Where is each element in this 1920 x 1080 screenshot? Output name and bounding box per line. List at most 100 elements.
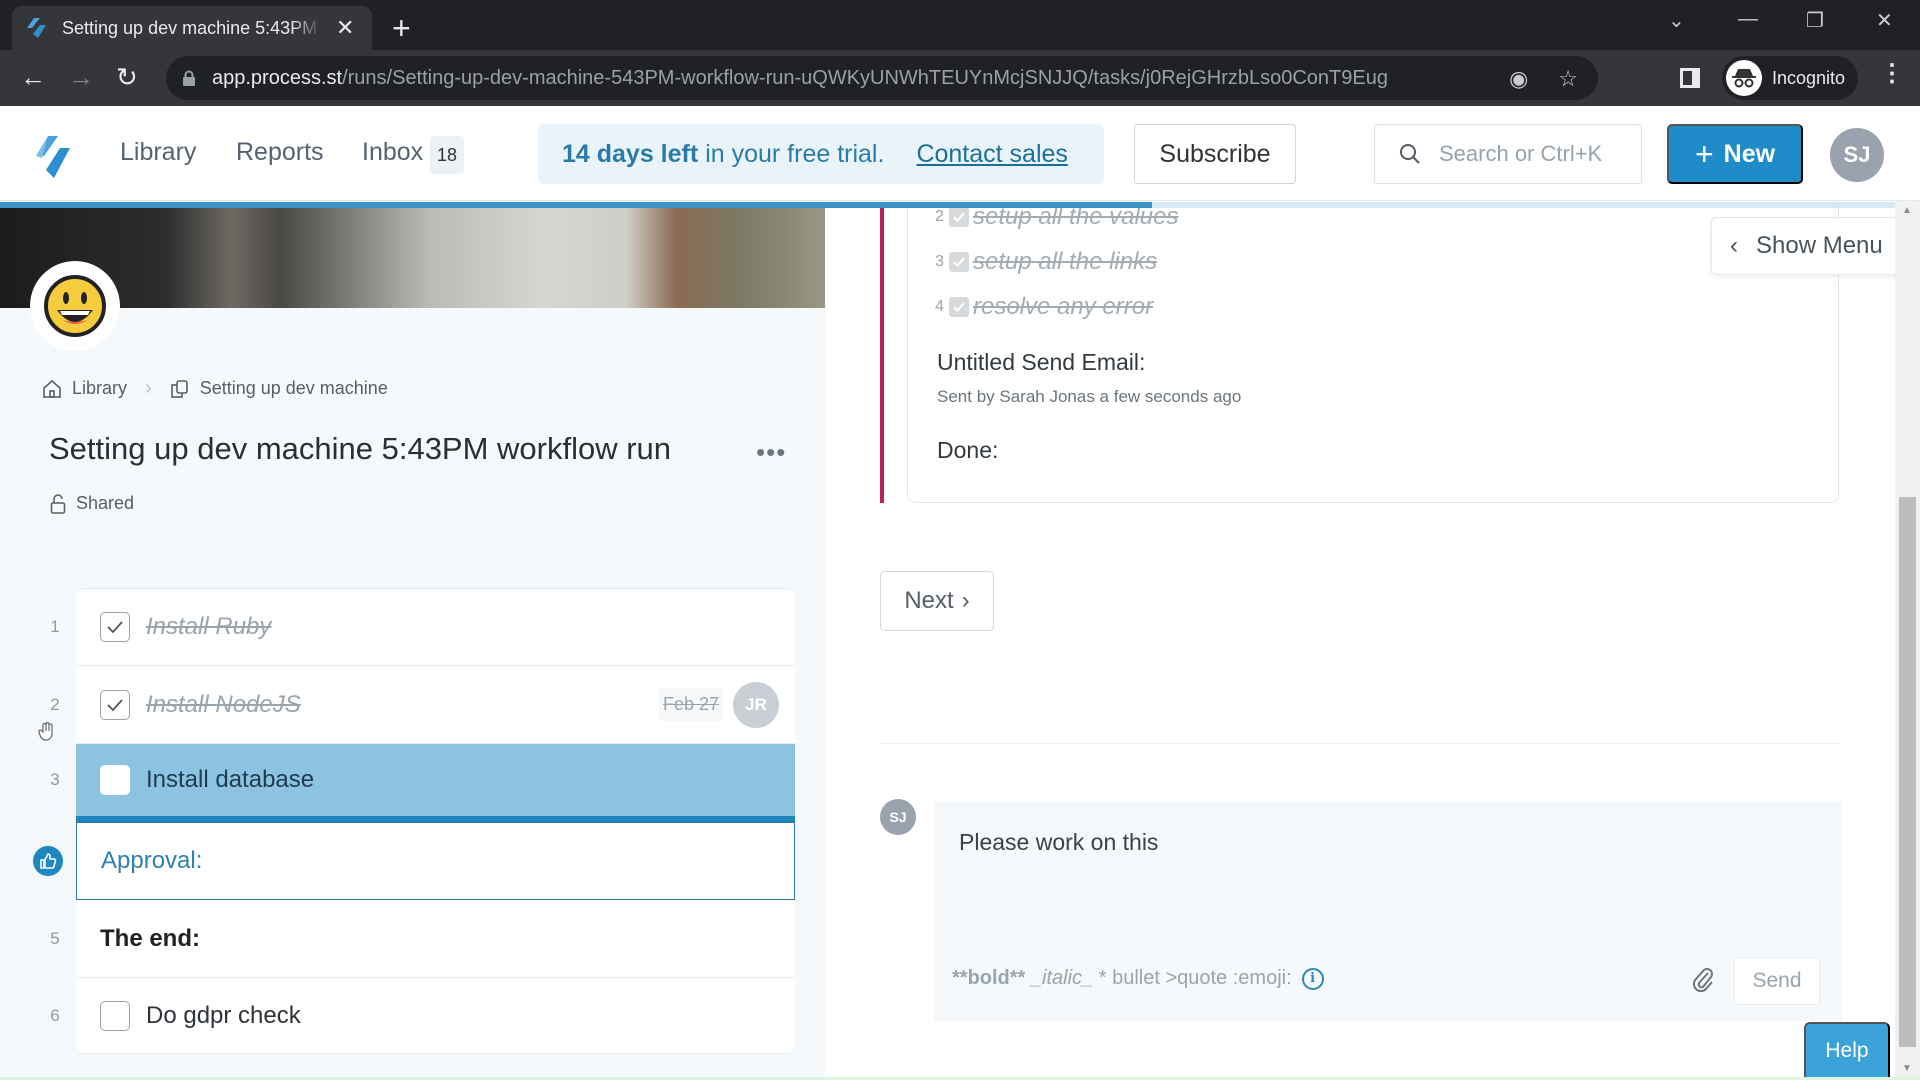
more-options-icon[interactable]: ••• — [756, 437, 786, 468]
show-menu-label: Show Menu — [1756, 232, 1883, 259]
page-scrollbar[interactable]: ▲ ▼ — [1895, 201, 1920, 1080]
process-street-favicon-icon — [27, 18, 46, 38]
breadcrumb-template[interactable]: Setting up dev machine — [200, 378, 388, 399]
subtask-checkbox-checked[interactable] — [949, 297, 969, 317]
incognito-profile-button[interactable]: Incognito — [1722, 56, 1858, 100]
tab-search-chevron-icon[interactable]: ⌄ — [1668, 8, 1685, 33]
nav-inbox[interactable]: Inbox — [362, 138, 423, 167]
subtask-text: resolve any error — [973, 293, 1154, 320]
run-emoji[interactable] — [30, 261, 120, 351]
send-email-title: Untitled Send Email: — [937, 349, 1146, 375]
bookmark-star-icon[interactable]: ☆ — [1558, 66, 1578, 92]
task-checkbox-checked[interactable] — [100, 612, 130, 642]
subtask-number: 3 — [935, 253, 944, 270]
task-list: 1 Install Ruby 2 Install NodeJS Feb 27 J… — [33, 588, 795, 1054]
section-divider — [880, 743, 1840, 744]
close-tab-icon[interactable]: ✕ — [336, 15, 354, 41]
info-icon[interactable]: i — [1301, 967, 1324, 990]
incognito-icon — [1726, 60, 1762, 96]
next-button[interactable]: Next › — [880, 571, 994, 631]
task-name: The end: — [100, 924, 200, 952]
process-street-logo-icon[interactable] — [34, 134, 84, 180]
back-icon[interactable]: ← — [20, 62, 46, 93]
task-name: Install NodeJS — [146, 690, 301, 718]
task-row[interactable]: 6 Do gdpr check — [50, 978, 795, 1054]
comment-composer[interactable]: Please work on this **bold** _italic_ * … — [934, 801, 1842, 1021]
task-number: 5 — [50, 928, 60, 948]
send-email-meta: Sent by Sarah Jonas a few seconds ago — [937, 387, 1242, 406]
user-avatar[interactable]: SJ — [1830, 128, 1884, 182]
new-tab-button[interactable]: + — [392, 10, 411, 47]
side-panel-icon[interactable] — [1680, 68, 1700, 88]
task-row-heading[interactable]: 5 The end: — [50, 900, 795, 978]
task-checkbox[interactable] — [100, 1000, 130, 1031]
subtask-checkbox-checked[interactable] — [949, 207, 969, 227]
task-row-active[interactable]: 3 Install database — [50, 744, 795, 822]
chevron-right-icon: › — [961, 587, 970, 614]
forward-icon[interactable]: → — [68, 62, 94, 93]
search-icon — [1400, 144, 1420, 164]
drag-hand-icon[interactable] — [38, 722, 56, 742]
run-progress-fill — [0, 202, 1152, 208]
breadcrumb-library[interactable]: Library — [72, 378, 127, 399]
tab-title: Setting up dev machine 5:43PM workflow r… — [62, 17, 322, 38]
nav-library[interactable]: Library — [120, 138, 196, 167]
scrollbar-thumb[interactable] — [1899, 497, 1916, 1047]
lock-icon — [183, 70, 195, 86]
hint-bold: **bold** — [952, 967, 1026, 989]
new-label: New — [1723, 139, 1776, 168]
sharing-label: Shared — [76, 493, 135, 513]
search-input[interactable]: Search or Ctrl+K — [1374, 124, 1642, 184]
task-name: Install Ruby — [146, 613, 272, 640]
subscribe-button[interactable]: Subscribe — [1134, 124, 1296, 184]
subtask-text: setup all the links — [973, 248, 1158, 275]
task-detail-panel: 2 setup all the values 3 setup all the l… — [825, 181, 1920, 1080]
address-bar[interactable]: app.process.st/runs/Setting-up-dev-machi… — [166, 56, 1598, 100]
comment-input[interactable]: Please work on this — [959, 829, 1158, 856]
subtask-number: 4 — [935, 298, 944, 315]
hint-italic: _italic_ — [1030, 967, 1094, 989]
check-icon — [953, 212, 965, 222]
url-path: /runs/Setting-up-dev-machine-543PM-workf… — [342, 66, 1388, 89]
browser-menu-icon[interactable]: ⋮ — [1880, 62, 1904, 86]
subtask-item[interactable]: 3 setup all the links — [935, 248, 1157, 276]
checklist-panel: Library › Setting up dev machine Setting… — [0, 201, 825, 1080]
template-copy-icon — [170, 379, 188, 398]
url-text: app.process.st/runs/Setting-up-dev-machi… — [212, 67, 1388, 90]
send-comment-button[interactable]: Send — [1734, 957, 1820, 1005]
task-due-date[interactable]: Feb 27 — [658, 688, 723, 721]
eye-off-icon[interactable]: ◉ — [1509, 66, 1528, 92]
check-icon — [953, 257, 965, 267]
task-row[interactable]: 1 Install Ruby — [50, 588, 795, 666]
scroll-down-arrow-icon[interactable]: ▼ — [1902, 1063, 1912, 1074]
task-number: 6 — [50, 1005, 60, 1025]
task-assignee-avatar[interactable]: JR — [733, 681, 779, 728]
search-placeholder: Search or Ctrl+K — [1439, 141, 1603, 166]
close-window-icon[interactable]: ✕ — [1876, 8, 1893, 33]
thumbs-up-approval-icon — [33, 846, 63, 876]
subtask-item[interactable]: 4 resolve any error — [935, 293, 1153, 321]
new-button[interactable]: + New — [1667, 124, 1803, 184]
restore-icon[interactable]: ❐ — [1806, 8, 1824, 33]
browser-tab[interactable]: Setting up dev machine 5:43PM workflow r… — [12, 6, 372, 50]
contact-sales-link[interactable]: Contact sales — [916, 140, 1067, 169]
subtask-checkbox-checked[interactable] — [949, 252, 969, 272]
cover-image — [0, 208, 825, 308]
url-host: app.process.st — [212, 66, 343, 89]
task-row[interactable]: 2 Install NodeJS Feb 27 JR — [38, 666, 795, 744]
help-button[interactable]: Help — [1804, 1022, 1890, 1080]
run-title[interactable]: Setting up dev machine 5:43PM workflow r… — [49, 431, 671, 467]
sharing-status[interactable]: Shared — [50, 493, 134, 514]
minimize-icon[interactable]: — — [1738, 8, 1758, 31]
paperclip-icon[interactable] — [1692, 965, 1714, 993]
comment-author-avatar: SJ — [880, 799, 916, 835]
nav-reports[interactable]: Reports — [236, 138, 324, 167]
scroll-up-arrow-icon[interactable]: ▲ — [1902, 205, 1912, 216]
task-checkbox[interactable] — [100, 765, 130, 795]
reload-icon[interactable]: ↻ — [116, 62, 138, 93]
browser-tab-bar: Setting up dev machine 5:43PM workflow r… — [0, 0, 1920, 50]
task-row-approval[interactable]: Approval: — [33, 822, 795, 900]
check-icon — [107, 621, 123, 634]
task-checkbox-checked[interactable] — [100, 689, 130, 720]
show-menu-button[interactable]: ‹ Show Menu — [1711, 217, 1920, 275]
